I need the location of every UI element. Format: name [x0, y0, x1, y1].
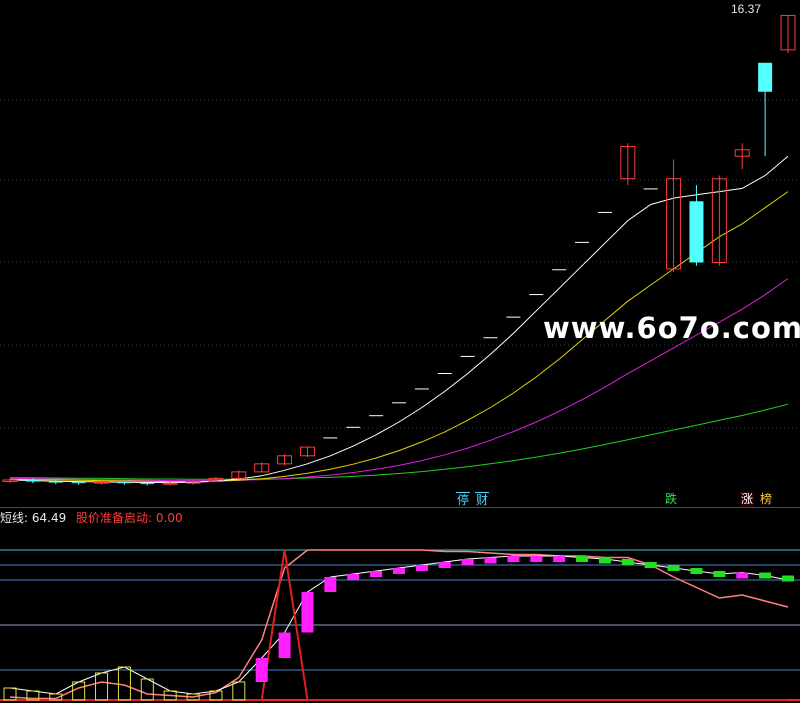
short-bar	[530, 556, 543, 562]
candle-body	[552, 269, 567, 271]
candle-body	[117, 482, 132, 484]
ma-green-line	[10, 403, 789, 480]
candle-body	[483, 337, 498, 339]
tag-rise[interactable]: 涨	[740, 492, 755, 507]
candle-body	[346, 426, 361, 428]
candle-body	[575, 241, 590, 243]
short-bar	[507, 556, 520, 562]
candle-body	[48, 481, 63, 483]
short-bar	[140, 678, 154, 701]
candle-body	[25, 479, 40, 482]
short-bar	[301, 592, 314, 633]
legend-short-line: 短线: 64.49	[0, 511, 67, 525]
candle-body	[506, 316, 521, 318]
candle-body	[162, 482, 178, 485]
candle-body	[460, 355, 475, 357]
short-bar	[667, 565, 680, 571]
short-bar	[324, 577, 337, 592]
short-bar	[117, 666, 131, 701]
candle-body	[323, 437, 338, 439]
short-bar	[782, 575, 794, 582]
indicator-legend: 短线: 64.49 股价准备启动: 0.00	[0, 509, 183, 526]
short-bar	[415, 565, 428, 571]
short-bar	[461, 559, 474, 565]
panel-divider	[0, 507, 800, 508]
short-bar	[393, 568, 405, 574]
candle-body	[392, 402, 406, 404]
short-bar	[598, 557, 611, 564]
short-bar	[713, 571, 726, 577]
candle-body	[369, 415, 384, 417]
tag-fall[interactable]: 跌	[664, 492, 678, 507]
short-bar	[278, 632, 291, 658]
legend-start-signal: 股价准备启动: 0.00	[76, 511, 183, 525]
short-bar	[347, 574, 360, 580]
short-bar	[621, 559, 634, 565]
candle-body	[71, 482, 86, 484]
short-bar	[736, 572, 749, 579]
short-bar	[759, 572, 772, 579]
short-bar	[644, 562, 657, 568]
tag-stop[interactable]: 停	[456, 492, 471, 508]
short-bar	[95, 672, 109, 701]
candle-body	[597, 211, 612, 213]
short-bar	[232, 681, 246, 701]
short-bar	[484, 557, 497, 564]
candle-body	[140, 483, 155, 485]
short-bar	[438, 562, 451, 568]
short-bar	[576, 556, 589, 562]
candle-body	[643, 188, 658, 190]
candle-body	[437, 372, 452, 374]
candle-body	[414, 388, 429, 390]
short-bar	[553, 556, 566, 562]
candle-body	[529, 294, 544, 296]
candle-body	[689, 201, 704, 263]
candle-body	[94, 481, 110, 484]
candlesticks[interactable]	[2, 14, 796, 486]
short-bar	[3, 687, 17, 701]
high-price-label: 16.37	[731, 2, 762, 16]
tag-rank[interactable]: 榜	[759, 492, 773, 507]
candle-body	[758, 62, 773, 92]
tag-finance[interactable]: 财	[475, 492, 490, 508]
stock-chart	[0, 14, 800, 701]
short-bar	[690, 568, 703, 574]
short-bar	[255, 658, 268, 682]
short-bar	[370, 571, 383, 577]
watermark: www.6o7o.com	[543, 311, 800, 345]
